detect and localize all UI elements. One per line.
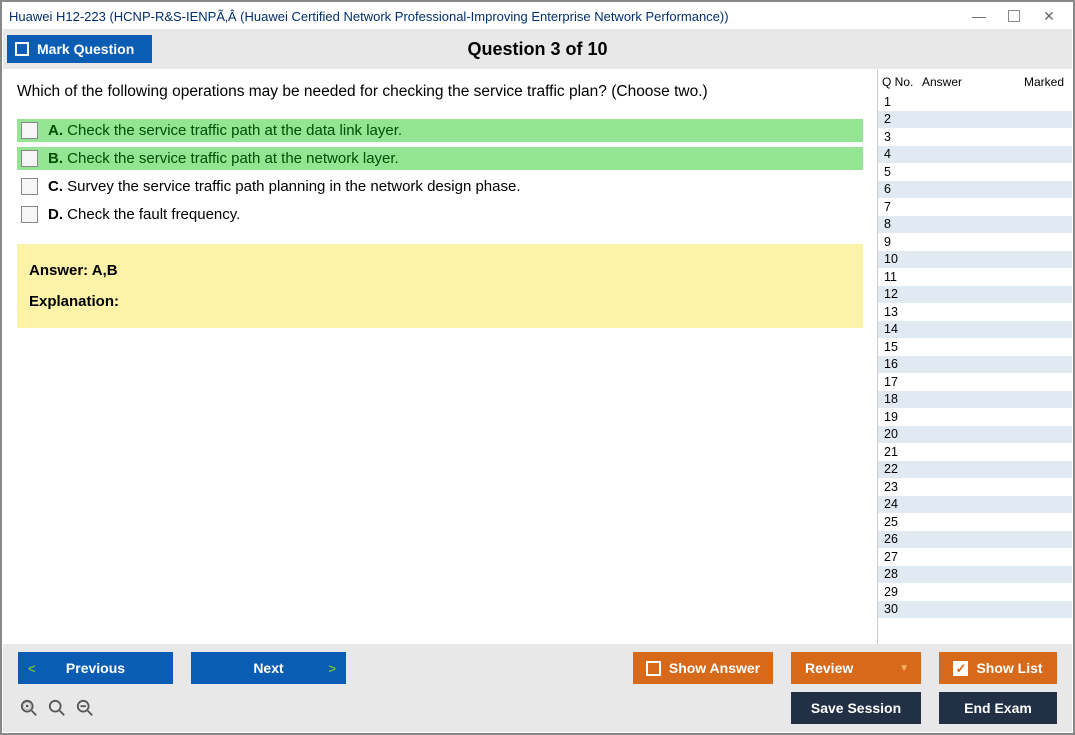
qlist-row[interactable]: 13 [878,303,1072,321]
qlist-row[interactable]: 4 [878,146,1072,164]
question-counter: Question 3 of 10 [3,39,1072,60]
option-text: D. Check the fault frequency. [48,206,240,223]
col-marked: Marked [1018,75,1068,89]
review-label: Review [805,660,853,676]
titlebar: Huawei H12-223 (HCNP-R&S-IENPÃ‚Â (Huawei… [3,3,1072,29]
col-qno: Q No. [882,75,922,89]
qlist-row[interactable]: 23 [878,478,1072,496]
qlist-row[interactable]: 2 [878,111,1072,129]
question-pane: Which of the following operations may be… [3,69,877,644]
show-answer-button[interactable]: Show Answer [633,652,773,684]
answer-line: Answer: A,B [29,262,851,279]
footer: < Previous Next > Show Answer Review ▼ ✓… [3,644,1072,732]
col-answer: Answer [922,75,1018,89]
zoom-controls: ⦿ [18,699,94,717]
option-checkbox[interactable] [21,206,38,223]
mark-question-button[interactable]: Mark Question [7,35,152,63]
qlist-row[interactable]: 10 [878,251,1072,269]
qlist-row[interactable]: 25 [878,513,1072,531]
show-list-check-icon: ✓ [953,661,968,676]
footer-row-2: ⦿ Save Session End Exam [18,692,1057,724]
qlist-row[interactable]: 21 [878,443,1072,461]
mark-checkbox-icon [15,42,29,56]
chevron-right-icon: > [328,661,336,676]
qlist-row[interactable]: 18 [878,391,1072,409]
footer-row-1: < Previous Next > Show Answer Review ▼ ✓… [18,652,1057,684]
qlist-row[interactable]: 22 [878,461,1072,479]
qlist-row[interactable]: 19 [878,408,1072,426]
minimize-button[interactable]: — [972,9,986,23]
qlist-row[interactable]: 27 [878,548,1072,566]
qlist-row[interactable]: 6 [878,181,1072,199]
qlist-row[interactable]: 24 [878,496,1072,514]
qlist-row[interactable]: 3 [878,128,1072,146]
option-row-D[interactable]: D. Check the fault frequency. [17,203,863,226]
show-list-button[interactable]: ✓ Show List [939,652,1057,684]
option-text: B. Check the service traffic path at the… [48,150,399,167]
qlist-row[interactable]: 29 [878,583,1072,601]
qlist-row[interactable]: 28 [878,566,1072,584]
zoom-in-icon[interactable] [48,699,66,717]
option-row-C[interactable]: C. Survey the service traffic path plann… [17,175,863,198]
zoom-reset-icon[interactable]: ⦿ [20,699,38,717]
option-row-B[interactable]: B. Check the service traffic path at the… [17,147,863,170]
qlist-row[interactable]: 26 [878,531,1072,549]
end-exam-label: End Exam [964,700,1032,716]
svg-text:⦿: ⦿ [23,702,31,711]
end-exam-button[interactable]: End Exam [939,692,1057,724]
zoom-out-icon[interactable] [76,699,94,717]
sidebar-header: Q No. Answer Marked [878,69,1072,93]
header-bar: Mark Question Question 3 of 10 [3,29,1072,69]
question-text: Which of the following operations may be… [17,83,863,101]
option-row-A[interactable]: A. Check the service traffic path at the… [17,119,863,142]
options-list: A. Check the service traffic path at the… [17,119,863,226]
question-list-sidebar: Q No. Answer Marked 12345678910111213141… [877,69,1072,644]
next-button[interactable]: Next > [191,652,346,684]
content-row: Which of the following operations may be… [3,69,1072,644]
show-answer-checkbox-icon [646,661,661,676]
qlist-row[interactable]: 16 [878,356,1072,374]
answer-panel: Answer: A,B Explanation: [17,244,863,328]
qlist-row[interactable]: 30 [878,601,1072,619]
qlist-row[interactable]: 14 [878,321,1072,339]
qlist-row[interactable]: 7 [878,198,1072,216]
close-button[interactable]: ✕ [1042,9,1056,23]
maximize-button[interactable] [1008,10,1020,22]
qlist-row[interactable]: 12 [878,286,1072,304]
save-session-button[interactable]: Save Session [791,692,921,724]
next-label: Next [253,660,283,676]
option-checkbox[interactable] [21,178,38,195]
show-list-label: Show List [976,660,1042,676]
chevron-down-icon: ▼ [899,663,909,674]
review-button[interactable]: Review ▼ [791,652,921,684]
app-window: Huawei H12-223 (HCNP-R&S-IENPÃ‚Â (Huawei… [0,0,1075,735]
chevron-left-icon: < [28,661,36,676]
qlist-row[interactable]: 17 [878,373,1072,391]
show-answer-label: Show Answer [669,660,760,676]
sidebar-list[interactable]: 1234567891011121314151617181920212223242… [878,93,1072,644]
mark-question-label: Mark Question [37,41,134,57]
qlist-row[interactable]: 1 [878,93,1072,111]
window-title: Huawei H12-223 (HCNP-R&S-IENPÃ‚Â (Huawei… [9,9,972,24]
qlist-row[interactable]: 15 [878,338,1072,356]
qlist-row[interactable]: 20 [878,426,1072,444]
qlist-row[interactable]: 9 [878,233,1072,251]
option-checkbox[interactable] [21,122,38,139]
previous-button[interactable]: < Previous [18,652,173,684]
window-controls: — ✕ [972,9,1066,23]
option-checkbox[interactable] [21,150,38,167]
qlist-row[interactable]: 11 [878,268,1072,286]
previous-label: Previous [66,660,125,676]
option-text: C. Survey the service traffic path plann… [48,178,521,195]
option-text: A. Check the service traffic path at the… [48,122,402,139]
save-session-label: Save Session [811,700,901,716]
qlist-row[interactable]: 5 [878,163,1072,181]
explanation-line: Explanation: [29,293,851,310]
qlist-row[interactable]: 8 [878,216,1072,234]
